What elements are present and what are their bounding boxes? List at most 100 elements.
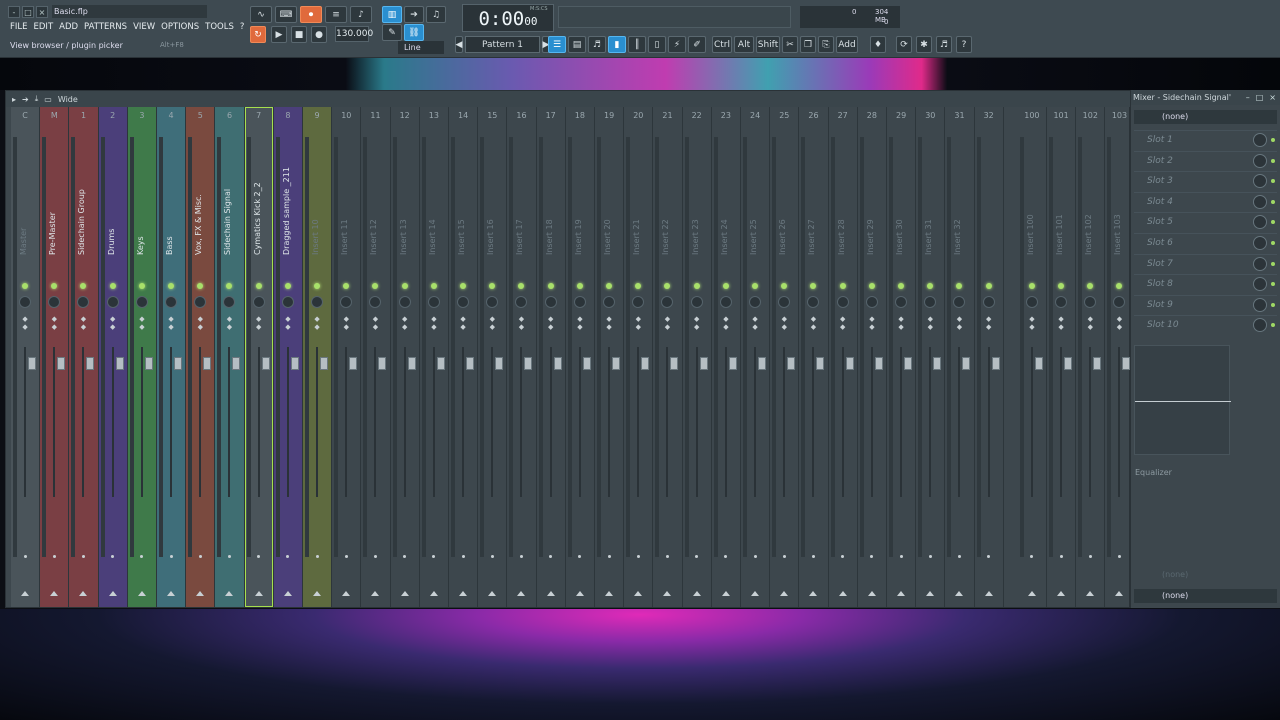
send-arrow-icon[interactable]: [108, 591, 117, 596]
refresh-icon[interactable]: ⟳: [896, 36, 912, 53]
pan-knob[interactable]: [457, 296, 470, 308]
stereo-separation-icon[interactable]: ◆ ◆: [458, 315, 468, 341]
strip-enable-led[interactable]: [576, 283, 583, 289]
slot-mix-knob[interactable]: [1253, 215, 1267, 230]
mixer-strip[interactable]: 4 Bass ◆ ◆: [157, 107, 187, 607]
pan-knob[interactable]: [19, 296, 32, 308]
strip-enable-led[interactable]: [1116, 283, 1123, 289]
folder-icon[interactable]: ▭: [44, 95, 52, 104]
strip-enable-led[interactable]: [898, 283, 905, 289]
strip-enable-led[interactable]: [518, 283, 525, 289]
send-arrow-icon[interactable]: [429, 591, 438, 596]
minimize-icon[interactable]: -: [8, 6, 20, 18]
mixer-strip[interactable]: 21 Insert 22 ◆ ◆: [653, 107, 683, 607]
mixer-strip[interactable]: 12 Insert 13 ◆ ◆: [391, 107, 420, 607]
stereo-separation-icon[interactable]: ◆ ◆: [49, 315, 59, 341]
effect-slot[interactable]: Slot 6: [1134, 233, 1277, 252]
pan-knob[interactable]: [427, 296, 440, 308]
strip-enable-led[interactable]: [197, 283, 204, 289]
mixer-strip[interactable]: 102 Insert 102 ◆ ◆: [1076, 107, 1106, 607]
pan-knob[interactable]: [865, 296, 878, 308]
send-arrow-icon[interactable]: [254, 591, 263, 596]
volume-fader[interactable]: [641, 357, 650, 370]
volume-fader[interactable]: [1064, 357, 1073, 370]
volume-fader[interactable]: [115, 357, 124, 370]
tools-icon[interactable]: ✱: [916, 36, 932, 53]
route-dot[interactable]: [753, 555, 757, 558]
slot-mix-knob[interactable]: [1253, 194, 1267, 209]
stereo-separation-icon[interactable]: ◆ ◆: [1085, 315, 1095, 341]
volume-fader[interactable]: [232, 357, 241, 370]
wave-icon[interactable]: ∿: [250, 6, 272, 23]
send-arrow-icon[interactable]: [50, 591, 59, 596]
route-dot[interactable]: [227, 555, 231, 558]
strip-enable-led[interactable]: [1058, 283, 1065, 289]
slot-mix-knob[interactable]: [1253, 174, 1267, 189]
mixer-strip[interactable]: 16 Insert 17 ◆ ◆: [507, 107, 537, 607]
send-arrow-icon[interactable]: [634, 591, 643, 596]
volume-fader[interactable]: [290, 357, 299, 370]
send-arrow-icon[interactable]: [751, 591, 760, 596]
route-dot[interactable]: [695, 555, 699, 558]
menu-file[interactable]: FILE: [10, 22, 28, 32]
mixer-strip[interactable]: 27 Insert 28 ◆ ◆: [829, 107, 858, 607]
arrow-icon[interactable]: ➔: [404, 6, 424, 23]
stereo-separation-icon[interactable]: ◆ ◆: [341, 315, 351, 341]
send-arrow-icon[interactable]: [517, 591, 526, 596]
slot-enable-led[interactable]: [1271, 282, 1275, 287]
strip-enable-led[interactable]: [430, 283, 437, 289]
volume-fader[interactable]: [612, 357, 621, 370]
pan-knob[interactable]: [106, 296, 119, 308]
stereo-separation-icon[interactable]: ◆ ◆: [312, 315, 322, 341]
send-arrow-icon[interactable]: [663, 591, 672, 596]
effect-slot[interactable]: Slot 7: [1134, 253, 1277, 273]
mixer-strips-icon[interactable]: ║: [628, 36, 646, 53]
effect-slot[interactable]: Slot 3: [1134, 171, 1277, 190]
pan-knob[interactable]: [369, 296, 382, 308]
effect-slot[interactable]: Slot 1: [1134, 130, 1277, 149]
pan-knob[interactable]: [661, 296, 674, 308]
record-icon[interactable]: ●: [311, 26, 327, 43]
stereo-separation-icon[interactable]: ◆ ◆: [78, 315, 88, 341]
route-dot[interactable]: [1059, 555, 1063, 558]
pan-knob[interactable]: [1055, 296, 1068, 308]
stereo-separation-icon[interactable]: ◆ ◆: [750, 315, 760, 341]
piano-roll-icon[interactable]: ♬: [588, 36, 606, 53]
stereo-separation-icon[interactable]: ◆ ◆: [487, 315, 497, 341]
volume-fader[interactable]: [524, 357, 533, 370]
pan-knob[interactable]: [924, 296, 937, 308]
mixer-strip[interactable]: 2 Drums ◆ ◆: [98, 107, 128, 607]
slot-mix-knob[interactable]: [1253, 256, 1267, 271]
mixer-strip[interactable]: M Pre-Master ◆ ◆: [40, 107, 70, 607]
mixer-strip[interactable]: 23 Insert 24 ◆ ◆: [712, 107, 741, 607]
send-arrow-icon[interactable]: [21, 591, 30, 596]
pan-knob[interactable]: [165, 296, 178, 308]
pan-knob[interactable]: [719, 296, 732, 308]
menu-add[interactable]: ADD: [59, 22, 78, 32]
pan-knob[interactable]: [252, 296, 265, 308]
mixer-strip[interactable]: 28 Insert 29 ◆ ◆: [858, 107, 887, 607]
stereo-separation-icon[interactable]: ◆ ◆: [195, 315, 205, 341]
mixer-strip[interactable]: 32 ◆ ◆: [975, 107, 1004, 607]
stereo-separation-icon[interactable]: ◆ ◆: [984, 315, 994, 341]
menu-tools[interactable]: TOOLS: [205, 22, 234, 32]
stereo-separation-icon[interactable]: ◆ ◆: [1056, 315, 1066, 341]
slot-enable-led[interactable]: [1271, 199, 1275, 204]
volume-fader[interactable]: [758, 357, 767, 370]
pan-knob[interactable]: [486, 296, 499, 308]
pan-knob[interactable]: [1025, 296, 1038, 308]
paste-icon[interactable]: ⎘: [818, 36, 834, 53]
send-arrow-icon[interactable]: [721, 591, 730, 596]
send-arrow-icon[interactable]: [313, 591, 322, 596]
strip-enable-led[interactable]: [927, 283, 934, 289]
pan-knob[interactable]: [311, 296, 324, 308]
alt-button[interactable]: Alt: [734, 36, 754, 53]
help-icon[interactable]: ?: [956, 36, 972, 53]
route-dot[interactable]: [344, 555, 348, 558]
stereo-separation-icon[interactable]: ◆ ◆: [779, 315, 789, 341]
pan-knob[interactable]: [836, 296, 849, 308]
mixer-strip[interactable]: 11 Insert 12 ◆ ◆: [361, 107, 391, 607]
volume-fader[interactable]: [57, 357, 66, 370]
volume-fader[interactable]: [670, 357, 679, 370]
minimize-icon[interactable]: –: [1246, 93, 1250, 102]
